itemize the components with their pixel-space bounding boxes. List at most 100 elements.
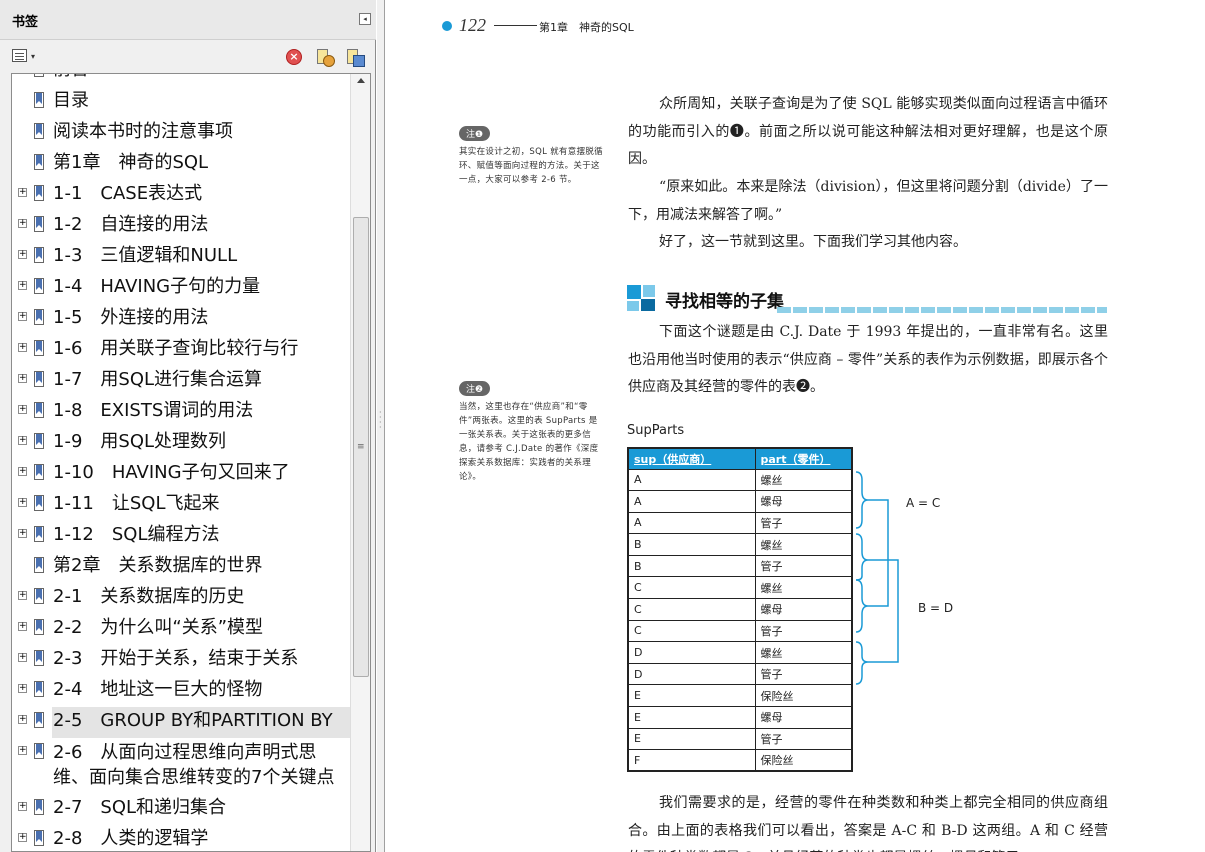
bookmark-item[interactable]: +1-3 三值逻辑和NULL [12,242,350,273]
expand-toggle-icon[interactable]: + [18,591,27,600]
expand-toggle-icon[interactable]: + [18,802,27,811]
expand-toggle-icon[interactable]: + [18,715,27,724]
expand-toggle-icon[interactable]: + [18,405,27,414]
bookmark-icon [34,402,46,418]
bookmark-scrollbar[interactable]: ≡ [350,74,370,851]
bookmark-icon [34,830,46,846]
bookmark-item[interactable]: 阅读本书时的注意事项 [12,118,350,149]
bookmark-item[interactable]: +1-9 用SQL处理数列 [12,428,350,459]
expand-toggle-icon[interactable]: + [18,312,27,321]
expand-toggle-icon[interactable]: + [18,374,27,383]
bookmark-item[interactable]: +1-8 EXISTS谓词的用法 [12,397,350,428]
bookmark-item[interactable]: +1-5 外连接的用法 [12,304,350,335]
bookmark-label: 前言 [53,74,89,82]
bookmark-item[interactable]: +1-12 SQL编程方法 [12,521,350,552]
expand-toggle-icon[interactable]: + [18,343,27,352]
table-cell: 管子 [754,511,853,535]
scroll-up-icon[interactable] [357,78,365,83]
bookmark-icon [34,557,46,573]
bookmark-item[interactable]: +2-8 人类的逻辑学 [12,825,350,851]
table-cell: 螺丝 [754,468,853,492]
bookmark-icon [34,799,46,815]
expand-toggle-icon[interactable]: + [18,684,27,693]
bookmark-label: 1-2 自连接的用法 [53,214,209,235]
bookmark-icon [34,216,46,232]
bookmark-item[interactable]: +2-2 为什么叫“关系”模型 [12,614,350,645]
delete-bookmark-icon[interactable]: × [285,48,303,66]
table-cell: C [627,576,756,600]
bookmark-label: 2-8 人类的逻辑学 [53,828,209,849]
table-cell: D [627,662,756,686]
bookmark-label: 目录 [53,90,89,111]
bookmarks-header: 书签 ◂ [0,0,376,40]
bookmark-icon [34,619,46,635]
note-tag: 注❶ [459,126,491,141]
bookmark-options-icon[interactable]: ▾ [12,49,40,65]
table-cell: 保险丝 [754,684,853,708]
bookmark-item[interactable]: +1-11 让SQL飞起来 [12,490,350,521]
table-row: E 管子 [627,727,853,751]
header-dot-icon [442,21,452,31]
expand-bookmark-icon[interactable] [345,48,365,67]
bookmark-item[interactable]: +2-3 开始于关系，结束于关系 [12,645,350,676]
collapse-panel-button[interactable]: ◂ [359,13,371,25]
bookmark-item[interactable]: +2-1 关系数据库的历史 [12,583,350,614]
table-row: C 螺丝 [627,576,853,600]
bookmark-item[interactable]: 第2章 关系数据库的世界 [12,552,350,583]
expand-toggle-icon[interactable]: + [18,653,27,662]
paragraph: 好了，这一节就到这里。下面我们学习其他内容。 [659,234,967,250]
bookmark-item[interactable]: +1-2 自连接的用法 [12,211,350,242]
grip-icon: ≡ [357,442,365,452]
bookmark-item[interactable]: +1-6 用关联子查询比较行与行 [12,335,350,366]
bookmark-item[interactable]: +2-7 SQL和递归集合 [12,794,350,825]
expand-toggle-icon[interactable]: + [18,467,27,476]
table-row: D 螺丝 [627,641,853,664]
bookmark-icon [34,650,46,666]
table-row: A 管子 [627,511,853,535]
find-bookmark-icon[interactable] [315,48,335,67]
margin-note-2: 注❷ 当然，这里也存在“供应商”和“零件”两张表。这里的表 SupParts 是… [459,377,604,484]
table-cell: C [627,619,756,643]
bookmark-label: 2-5 GROUP BY和PARTITION BY [53,710,333,731]
table-cell: F [627,749,756,772]
bookmark-label: 1-5 外连接的用法 [53,307,209,328]
scroll-thumb[interactable]: ≡ [353,217,369,677]
expand-toggle-icon[interactable]: + [18,436,27,445]
expand-toggle-icon[interactable]: + [18,498,27,507]
margin-note-1: 注❶ 其实在设计之初，SQL 就有意摆脱循环、赋值等面向过程的方法。关于这一点，… [459,122,604,187]
bookmark-item[interactable]: 前言 [12,74,350,87]
bookmark-item[interactable]: +1-1 CASE表达式 [12,180,350,211]
expand-toggle-icon[interactable]: + [18,250,27,259]
expand-toggle-icon[interactable]: + [18,529,27,538]
table-cell: 保险丝 [754,749,853,772]
section-title: 寻找相等的子集 [665,292,784,312]
bookmark-icon [34,526,46,542]
bookmark-item[interactable]: +1-7 用SQL进行集合运算 [12,366,350,397]
bookmark-item[interactable]: +1-4 HAVING子句的力量 [12,273,350,304]
table-row: E 保险丝 [627,684,853,708]
bookmarks-panel: 书签 ◂ ▾ × 前言目录阅读本书时的注意事项第1章 神奇的SQL +1-1 CA… [0,0,376,852]
expand-toggle-icon[interactable]: + [18,188,27,197]
table-cell: A [627,511,756,535]
note-text: 其实在设计之初，SQL 就有意摆脱循环、赋值等面向过程的方法。关于这一点，大家可… [459,147,603,185]
bookmark-label: 1-10 HAVING子句又回来了 [53,462,290,483]
bookmark-label: 2-7 SQL和递归集合 [53,797,227,818]
bookmark-item[interactable]: +2-5 GROUP BY和PARTITION BY [18,707,350,738]
bookmark-tree: 前言目录阅读本书时的注意事项第1章 神奇的SQL+1-1 CASE表达式+1-2… [11,73,371,852]
expand-toggle-icon[interactable]: + [18,746,27,755]
bookmark-item[interactable]: +2-6 从面向过程思维向声明式思 维、面向集合思维转变的7个关键点 [12,738,350,794]
table-row: B 管子 [627,554,853,578]
bookmark-item[interactable]: 目录 [12,87,350,118]
panel-splitter[interactable]: · · · · [377,0,385,852]
expand-toggle-icon[interactable]: + [18,281,27,290]
bookmark-label: 第2章 关系数据库的世界 [53,555,263,576]
bookmark-icon [34,92,46,108]
expand-toggle-icon[interactable]: + [18,833,27,842]
expand-toggle-icon[interactable]: + [18,219,27,228]
bookmark-item[interactable]: 第1章 神奇的SQL [12,149,350,180]
expand-toggle-icon[interactable]: + [18,622,27,631]
table-cell: 管子 [754,727,853,751]
bookmark-item[interactable]: +1-10 HAVING子句又回来了 [12,459,350,490]
bookmark-item[interactable]: +2-4 地址这一巨大的怪物 [12,676,350,707]
bookmarks-toolbar: ▾ × [0,41,376,73]
